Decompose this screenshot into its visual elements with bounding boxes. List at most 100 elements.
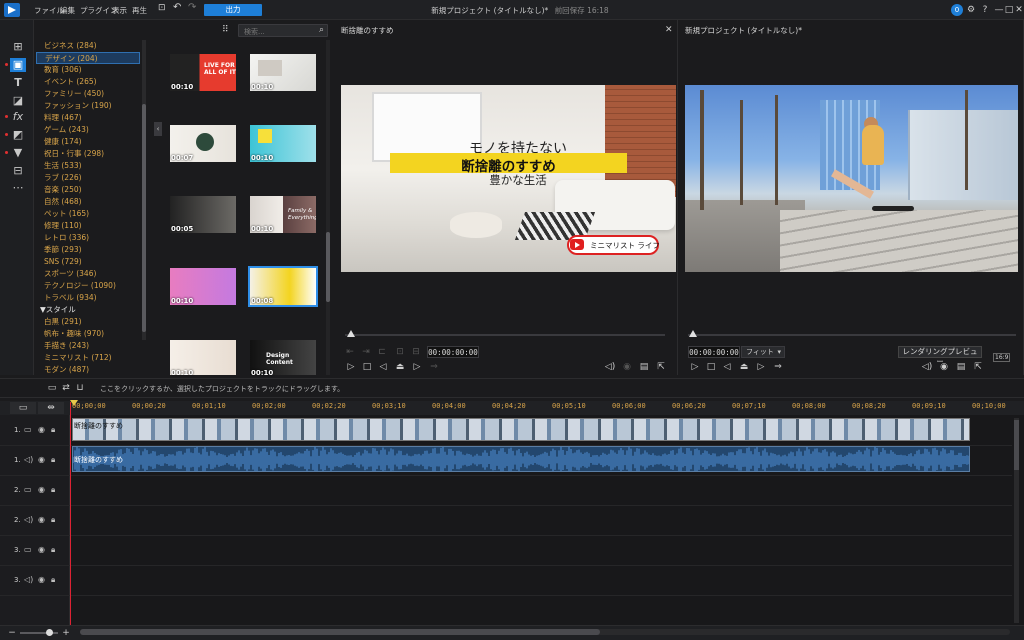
play-icon[interactable]: ▷ — [345, 361, 357, 373]
effects-room-icon[interactable]: fx — [10, 110, 26, 124]
video-clip[interactable] — [72, 418, 970, 441]
next-frame-icon[interactable]: ▷ — [755, 361, 767, 373]
fit-timeline-icon[interactable]: ▭ — [10, 402, 36, 414]
timeline-horizontal-scroll-thumb[interactable] — [80, 629, 600, 635]
lock-icon[interactable]: 🔒︎ — [51, 545, 55, 555]
media-room-icon[interactable]: ⊞ — [10, 40, 26, 54]
fast-forward-icon[interactable]: ⇒ — [772, 361, 784, 373]
category-item[interactable]: 自然 (468) — [44, 196, 144, 208]
preview1-timecode[interactable]: 00:00:00:00 — [427, 346, 479, 358]
template-room-icon[interactable]: ▣ — [10, 58, 26, 72]
menu-view[interactable]: 表示 — [112, 5, 127, 16]
save-icon[interactable]: ⊡ — [158, 3, 166, 13]
category-item[interactable]: SNS (729) — [44, 256, 144, 268]
pip-room-icon[interactable]: ◩ — [10, 128, 26, 142]
visibility-eye-icon[interactable]: ◉ — [38, 545, 45, 554]
visibility-eye-icon[interactable]: ◉ — [38, 515, 45, 524]
timeline-vertical-scroll-thumb[interactable] — [1014, 420, 1019, 470]
track-manager-icon[interactable]: ⊔ — [74, 382, 86, 394]
undo-icon[interactable]: ↶ — [173, 2, 181, 13]
category-item[interactable]: ゲーム (243) — [44, 124, 144, 136]
category-item[interactable]: レトロ (336) — [44, 232, 144, 244]
redo-icon[interactable]: ↷ — [188, 2, 196, 13]
storyboard-mode-icon[interactable]: ⇄ — [60, 382, 72, 394]
insert-icon[interactable]: ⊡ — [394, 346, 406, 358]
video-track-icon[interactable]: ▭ — [24, 545, 32, 554]
template-thumbnail[interactable]: 00:10 — [250, 54, 316, 91]
lock-icon[interactable]: 🔒︎ — [51, 485, 55, 495]
category-scroll-thumb[interactable] — [142, 104, 146, 332]
audio-track-icon[interactable]: ◁) — [24, 575, 33, 584]
category-item[interactable]: 健康 (174) — [44, 136, 144, 148]
style-item[interactable]: ミニマリスト (712) — [44, 352, 144, 364]
close-preview-icon[interactable]: ✕ — [665, 25, 675, 35]
audio-track-icon[interactable]: ◁) — [24, 455, 33, 464]
mark-in-icon[interactable]: ⇤ — [344, 346, 356, 358]
template-thumbnail[interactable]: LIVE FOR ALL OF IT 00:10 — [170, 54, 236, 91]
library-scroll-thumb[interactable] — [326, 232, 330, 302]
stop-icon[interactable]: □ — [705, 361, 717, 373]
category-item[interactable]: ラブ (226) — [44, 172, 144, 184]
volume-icon[interactable]: ◁) — [604, 361, 616, 373]
visibility-eye-icon[interactable]: ◉ — [38, 575, 45, 584]
zoom-out-icon[interactable]: − — [6, 627, 18, 639]
video-track-icon[interactable]: ▭ — [24, 425, 32, 434]
undock-icon[interactable]: ⇱ — [655, 361, 667, 373]
playhead-handle[interactable] — [70, 400, 78, 406]
lock-icon[interactable]: 🔒︎ — [51, 515, 55, 525]
volume-icon[interactable]: ◁) — [921, 361, 933, 373]
subtitle-toggle-icon[interactable]: ▤ — [638, 361, 650, 373]
zoom-fit-dropdown[interactable]: フィット ▾ — [741, 346, 785, 358]
snapshot-icon[interactable]: ◉ — [938, 361, 950, 373]
preview1-seek-track[interactable] — [345, 334, 665, 336]
category-item[interactable]: ペット (165) — [44, 208, 144, 220]
template-thumbnail[interactable]: 00:10 — [170, 340, 236, 377]
visibility-eye-icon[interactable]: ◉ — [38, 455, 45, 464]
style-section-header[interactable]: ▼スタイル — [40, 304, 140, 316]
help-icon[interactable]: ? — [978, 3, 992, 17]
prev-frame-icon[interactable]: ◁ — [721, 361, 733, 373]
style-item[interactable]: 帆布・趣味 (970) — [44, 328, 144, 340]
transition-room-icon[interactable]: ◪ — [10, 94, 26, 108]
overwrite-icon[interactable]: ⊟ — [410, 346, 422, 358]
undock-icon[interactable]: ⇱ — [972, 361, 984, 373]
aspect-ratio-label[interactable]: 16:9 — [993, 353, 1011, 362]
category-item[interactable]: 教育 (306) — [44, 64, 144, 76]
split-icon[interactable]: ⏏ — [738, 361, 750, 373]
stop-icon[interactable]: □ — [361, 361, 373, 373]
preview2-seek-knob[interactable] — [689, 330, 697, 337]
menu-edit[interactable]: 編集 — [60, 5, 75, 16]
audio-clip[interactable] — [72, 446, 970, 472]
category-item[interactable]: テクノロジー (1090) — [44, 280, 144, 292]
snapshot-icon[interactable]: ◉ — [621, 361, 633, 373]
visibility-eye-icon[interactable]: ◉ — [38, 425, 45, 434]
more-icon[interactable]: ⋯ — [10, 181, 26, 195]
lock-icon[interactable]: 🔒︎ — [51, 425, 55, 435]
preview1-seek-knob[interactable] — [347, 330, 355, 337]
category-item[interactable]: イベント (265) — [44, 76, 144, 88]
category-item[interactable]: ファミリー (450) — [44, 88, 144, 100]
category-item[interactable]: スポーツ (346) — [44, 268, 144, 280]
timeline-zoom-knob[interactable] — [46, 629, 53, 636]
trim-icon[interactable]: ⊏ — [376, 346, 388, 358]
template-thumbnail[interactable]: 00:10 — [250, 125, 316, 162]
category-item[interactable]: 料理 (467) — [44, 112, 144, 124]
template-thumbnail[interactable]: 00:05 — [170, 196, 236, 233]
subtitle-toggle-icon[interactable]: ▤ — [955, 361, 967, 373]
title-room-icon[interactable]: T — [10, 76, 26, 90]
render-preview-button[interactable]: レンダリングプレビュー — [898, 346, 982, 366]
style-item[interactable]: 手描き (243) — [44, 340, 144, 352]
playhead[interactable] — [70, 402, 71, 637]
template-thumbnail-selected[interactable]: 00:08 — [248, 266, 318, 307]
output-button[interactable]: 出力 — [204, 4, 262, 16]
close-window-icon[interactable]: ✕ — [1012, 3, 1024, 17]
template-thumbnail[interactable]: 00:07 — [170, 125, 236, 162]
next-frame-icon[interactable]: ▷ — [411, 361, 423, 373]
template-thumbnail[interactable]: 00:10 — [170, 268, 236, 305]
settings-gear-icon[interactable]: ⚙ — [964, 3, 978, 17]
library-scrollbar[interactable] — [326, 40, 330, 375]
video-track-icon[interactable]: ▭ — [24, 485, 32, 494]
mark-out-icon[interactable]: ⇥ — [360, 346, 372, 358]
search-icon[interactable]: ⌕ — [315, 24, 328, 37]
category-item[interactable]: 季節 (293) — [44, 244, 144, 256]
